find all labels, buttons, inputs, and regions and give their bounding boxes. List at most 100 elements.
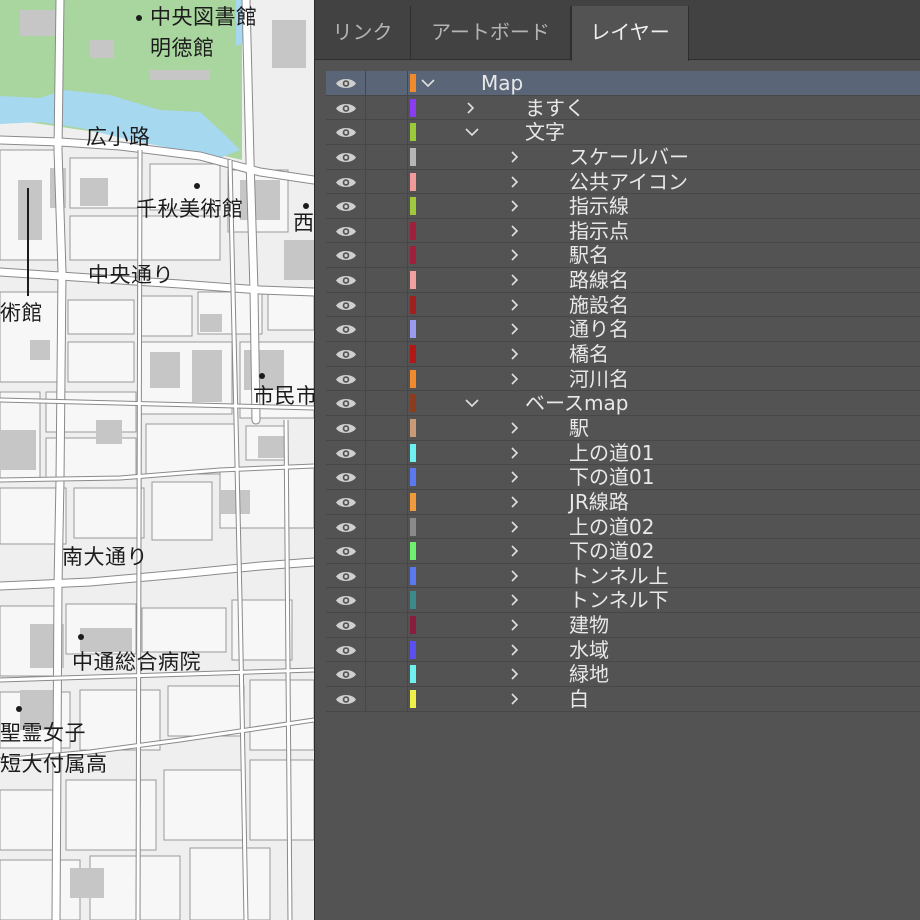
lock-toggle[interactable] [366, 391, 408, 415]
lock-toggle[interactable] [366, 218, 408, 243]
layer-row[interactable]: 駅名 [326, 243, 920, 269]
chevron-right-icon[interactable] [507, 268, 527, 292]
visibility-toggle[interactable] [326, 563, 366, 588]
chevron-right-icon[interactable] [507, 170, 527, 194]
layer-row[interactable]: Map [326, 71, 920, 96]
layer-row[interactable]: 上の道01 [326, 440, 920, 466]
layer-row[interactable]: 指示点 [326, 218, 920, 244]
chevron-right-icon[interactable] [507, 441, 527, 465]
visibility-toggle[interactable] [326, 539, 366, 563]
visibility-toggle[interactable] [326, 120, 366, 144]
visibility-toggle[interactable] [326, 169, 366, 194]
layer-row[interactable]: 下の道02 [326, 539, 920, 564]
visibility-toggle[interactable] [326, 95, 366, 120]
chevron-right-icon[interactable] [507, 367, 527, 391]
visibility-toggle[interactable] [326, 415, 366, 440]
lock-toggle[interactable] [366, 342, 408, 366]
lock-toggle[interactable] [366, 366, 408, 391]
lock-toggle[interactable] [366, 169, 408, 194]
layer-row[interactable]: ベースmap [326, 391, 920, 416]
chevron-down-icon[interactable] [463, 120, 483, 144]
chevron-down-icon[interactable] [463, 391, 483, 415]
lock-toggle[interactable] [366, 687, 408, 711]
layer-row[interactable]: JR線路 [326, 489, 920, 515]
visibility-toggle[interactable] [326, 218, 366, 243]
layer-row[interactable]: 水域 [326, 637, 920, 663]
visibility-toggle[interactable] [326, 317, 366, 342]
layer-row[interactable]: スケールバー [326, 144, 920, 170]
visibility-toggle[interactable] [326, 489, 366, 514]
layer-row[interactable]: 指示線 [326, 194, 920, 219]
layer-row[interactable]: 緑地 [326, 662, 920, 688]
visibility-toggle[interactable] [326, 637, 366, 662]
chevron-right-icon[interactable] [507, 539, 527, 563]
chevron-right-icon[interactable] [507, 662, 527, 686]
chevron-right-icon[interactable] [507, 317, 527, 341]
visibility-toggle[interactable] [326, 71, 366, 95]
chevron-right-icon[interactable] [507, 588, 527, 612]
chevron-right-icon[interactable] [507, 342, 527, 366]
chevron-right-icon[interactable] [507, 490, 527, 514]
chevron-right-icon[interactable] [507, 194, 527, 218]
tab-artboards[interactable]: アートボード [411, 6, 571, 60]
lock-toggle[interactable] [366, 317, 408, 342]
lock-toggle[interactable] [366, 71, 408, 95]
lock-toggle[interactable] [366, 292, 408, 317]
visibility-toggle[interactable] [326, 514, 366, 539]
layer-row[interactable]: 白 [326, 687, 920, 712]
chevron-right-icon[interactable] [507, 465, 527, 489]
visibility-toggle[interactable] [326, 342, 366, 366]
chevron-right-icon[interactable] [507, 243, 527, 267]
visibility-toggle[interactable] [326, 243, 366, 268]
visibility-toggle[interactable] [326, 465, 366, 489]
layer-row[interactable]: 公共アイコン [326, 169, 920, 195]
lock-toggle[interactable] [366, 465, 408, 489]
lock-toggle[interactable] [366, 563, 408, 588]
visibility-toggle[interactable] [326, 440, 366, 465]
chevron-right-icon[interactable] [507, 638, 527, 662]
layer-row[interactable]: 通り名 [326, 317, 920, 343]
lock-toggle[interactable] [366, 440, 408, 465]
lock-toggle[interactable] [366, 613, 408, 637]
chevron-right-icon[interactable] [463, 96, 483, 120]
layer-row[interactable]: 上の道02 [326, 514, 920, 540]
visibility-toggle[interactable] [326, 292, 366, 317]
lock-toggle[interactable] [366, 539, 408, 563]
lock-toggle[interactable] [366, 144, 408, 169]
lock-toggle[interactable] [366, 489, 408, 514]
tab-links[interactable]: リンク [315, 6, 411, 60]
chevron-right-icon[interactable] [507, 515, 527, 539]
visibility-toggle[interactable] [326, 366, 366, 391]
lock-toggle[interactable] [366, 415, 408, 440]
lock-toggle[interactable] [366, 268, 408, 292]
visibility-toggle[interactable] [326, 268, 366, 292]
map-canvas[interactable]: 中央図書館 明徳館 広小路 千秋美術館西中央通り 術館 市民市 南大通り 中通総合病院 聖霊女子… [0, 0, 314, 920]
chevron-right-icon[interactable] [507, 416, 527, 440]
lock-toggle[interactable] [366, 194, 408, 218]
layer-row[interactable]: トンネル上 [326, 563, 920, 589]
chevron-right-icon[interactable] [507, 564, 527, 588]
layer-row[interactable]: 施設名 [326, 292, 920, 318]
visibility-toggle[interactable] [326, 613, 366, 637]
tab-layers[interactable]: レイヤー [571, 6, 689, 61]
chevron-right-icon[interactable] [507, 145, 527, 169]
visibility-toggle[interactable] [326, 588, 366, 613]
chevron-right-icon[interactable] [507, 613, 527, 637]
chevron-right-icon[interactable] [507, 293, 527, 317]
layer-row[interactable]: 下の道01 [326, 465, 920, 490]
chevron-right-icon[interactable] [507, 687, 527, 711]
layer-row[interactable]: ますく [326, 95, 920, 121]
lock-toggle[interactable] [366, 514, 408, 539]
visibility-toggle[interactable] [326, 194, 366, 218]
layer-row[interactable]: 路線名 [326, 268, 920, 293]
lock-toggle[interactable] [366, 243, 408, 268]
layer-row[interactable]: トンネル下 [326, 588, 920, 614]
layer-row[interactable]: 駅 [326, 415, 920, 441]
layer-row[interactable]: 文字 [326, 120, 920, 145]
visibility-toggle[interactable] [326, 391, 366, 415]
layer-row[interactable]: 橋名 [326, 342, 920, 367]
visibility-toggle[interactable] [326, 687, 366, 711]
lock-toggle[interactable] [366, 662, 408, 687]
lock-toggle[interactable] [366, 637, 408, 662]
chevron-right-icon[interactable] [507, 219, 527, 243]
